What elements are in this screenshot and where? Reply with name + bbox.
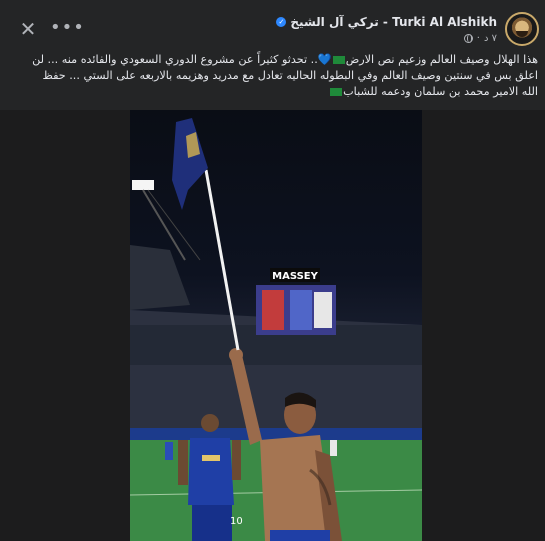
post-text-part: الله الامير محمد بن سلمان ودعمه للشباب [343,85,538,98]
globe-icon [463,33,473,43]
post-time[interactable]: ٧ د [484,33,497,44]
post-photo[interactable]: MASSEY 10 [130,110,422,541]
post-text: هذا الهلال وصيف العالم وزعيم نص الارض 💙..… [8,52,538,100]
author-row: ✓ تركي آل الشيخ - Turki Al Alshikh [276,13,497,31]
verified-badge-icon: ✓ [276,17,287,27]
saudi-flag-icon [332,56,345,64]
more-icon: ••• [50,17,85,38]
post-meta: · ٧ د [463,31,497,45]
post-header: ✕ ••• ✓ تركي آل الشيخ - Turki Al Alshikh… [0,0,545,50]
more-options-button[interactable]: ••• [50,15,84,45]
saudi-flag-icon [330,88,343,96]
ad-board [130,428,422,440]
post-text-line-2: اعلق بس في سنتين وصيف العالم وفي البطوله… [42,69,538,82]
blue-heart-icon: 💙 [317,53,332,66]
close-button[interactable]: ✕ [13,15,43,45]
post-text-line-1: هذا الهلال وصيف العالم وزعيم نص الارض 💙..… [8,52,538,68]
post-text-part: .. تحدثو كثيراً عن مشروع الدوري السعودي … [32,53,318,66]
close-icon: ✕ [19,17,37,41]
post-text-line-3: الله الامير محمد بن سلمان ودعمه للشباب [8,84,538,100]
meta-separator: · [476,32,480,44]
post-media[interactable]: MASSEY 10 [0,110,545,541]
facebook-post: ✕ ••• ✓ تركي آل الشيخ - Turki Al Alshikh… [0,0,545,541]
author-name[interactable]: تركي آل الشيخ - Turki Al Alshikh [290,15,497,29]
scoreboard-text: MASSEY [272,271,318,282]
avatar[interactable] [505,12,539,46]
post-text-part: هذا الهلال وصيف العالم وزعيم نص الارض [345,53,538,66]
scoreboard: MASSEY [256,268,336,335]
stadium-scene: MASSEY 10 [130,118,422,541]
jersey-number: 10 [230,516,243,527]
